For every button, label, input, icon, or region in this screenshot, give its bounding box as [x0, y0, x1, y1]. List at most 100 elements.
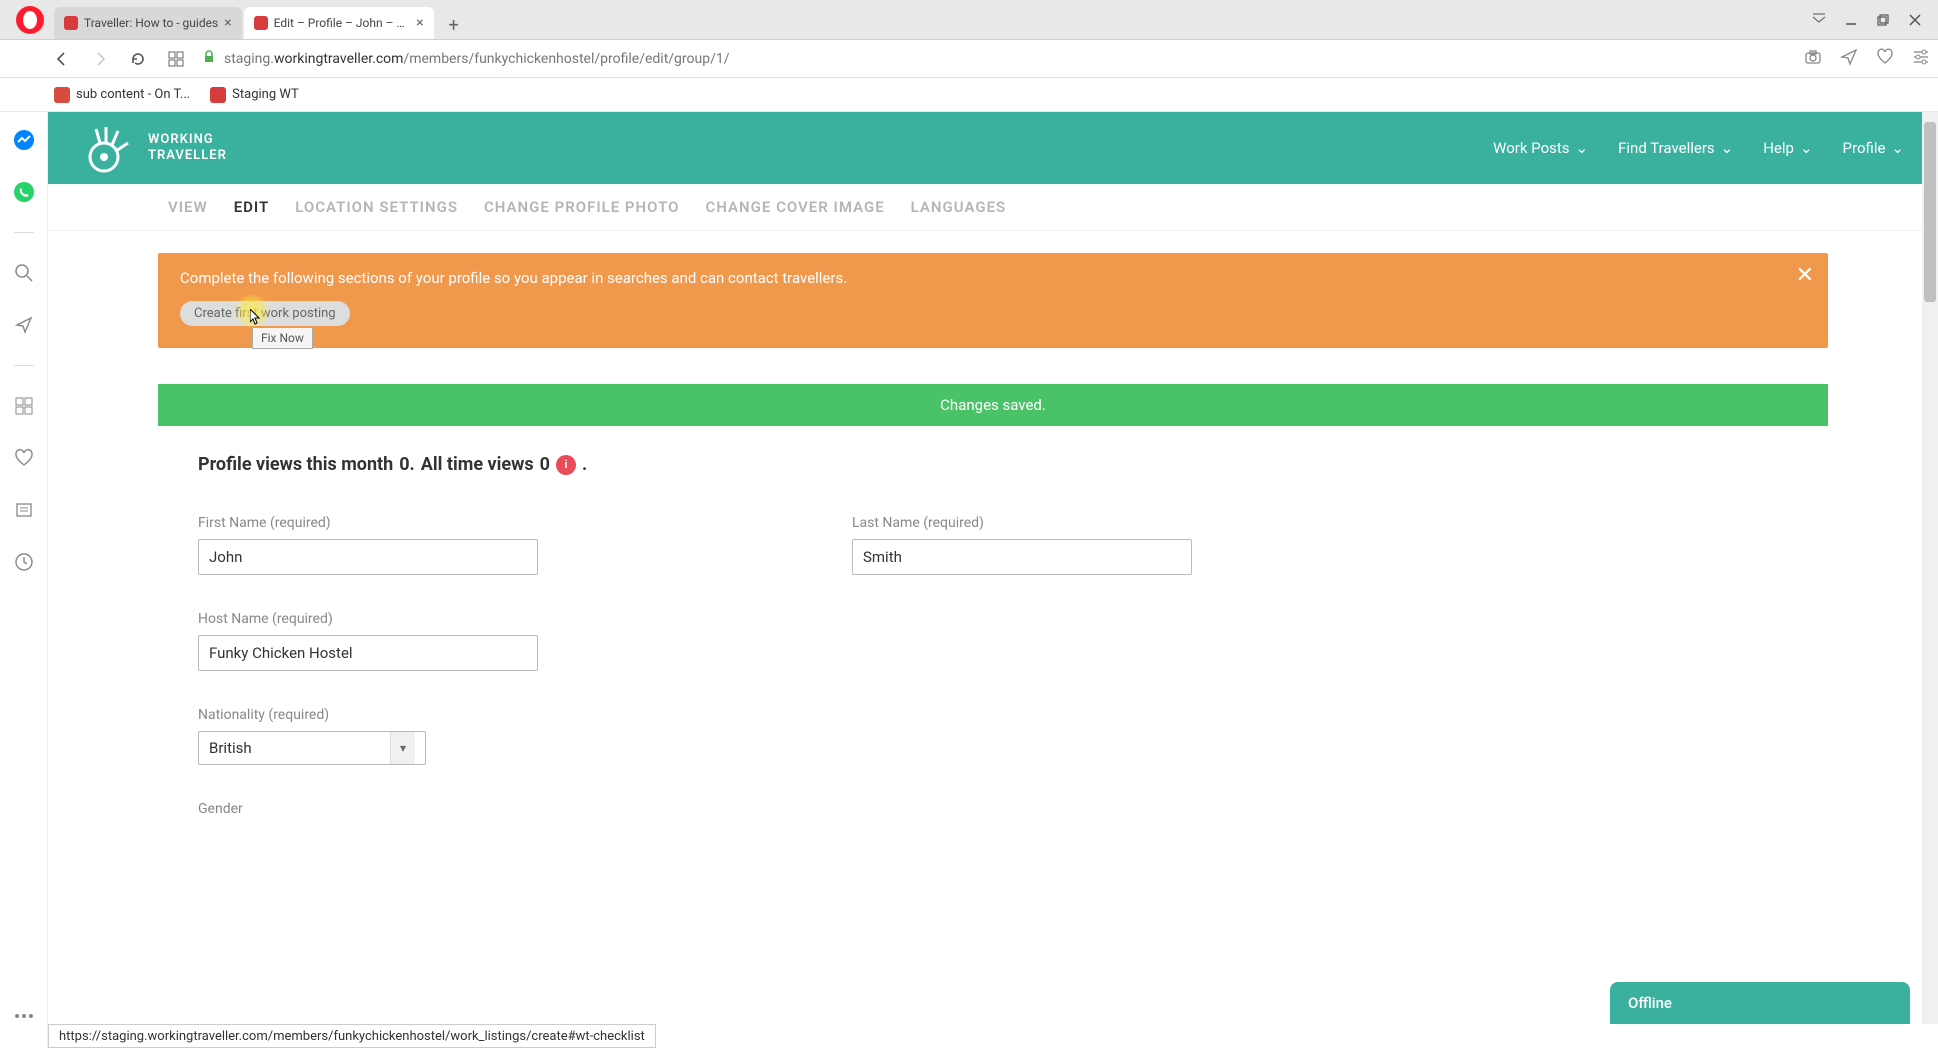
last-name-label: Last Name (required) — [852, 515, 1192, 531]
browser-tab[interactable]: Edit – Profile – John – Work × — [244, 7, 434, 39]
success-message: Changes saved. — [158, 384, 1828, 426]
last-name-input[interactable] — [852, 539, 1192, 575]
divider — [14, 365, 34, 366]
messenger-icon[interactable] — [12, 128, 36, 152]
favicon-icon — [254, 16, 268, 30]
chevron-down-icon: ⌄ — [1576, 139, 1589, 157]
host-name-group: Host Name (required) — [198, 611, 538, 671]
nav-help[interactable]: Help ⌄ — [1763, 139, 1812, 157]
form-row: First Name (required) Last Name (require… — [198, 515, 1828, 575]
form-row: Nationality (required) British — [198, 707, 1828, 765]
info-icon[interactable]: i — [556, 455, 576, 475]
form-row: Host Name (required) — [198, 611, 1828, 671]
create-work-posting-button[interactable]: Create first work posting — [180, 301, 350, 326]
profile-tabs: VIEW EDIT LOCATION SETTINGS CHANGE PROFI… — [48, 184, 1938, 231]
speed-dial-icon[interactable] — [164, 47, 188, 71]
bookmarks-bar: sub content - On T... Staging WT — [0, 78, 1938, 112]
scrollbar-thumb[interactable] — [1924, 122, 1936, 302]
opera-sidebar — [0, 112, 48, 1048]
chevron-down-icon: ⌄ — [1891, 139, 1904, 157]
tooltip: Fix Now — [252, 327, 313, 349]
form-row: Gender — [198, 801, 1828, 825]
host-name-label: Host Name (required) — [198, 611, 538, 627]
snapshot-icon[interactable] — [1804, 48, 1822, 70]
logo-hand-icon — [82, 121, 136, 175]
chat-widget[interactable]: Offline — [1610, 982, 1910, 1024]
window-controls — [1812, 13, 1932, 27]
stats-all-label: All time views — [421, 454, 534, 475]
logo-text: WORKING TRAVELLER — [148, 132, 227, 163]
close-alert-button[interactable]: ✕ — [1796, 263, 1814, 288]
last-name-group: Last Name (required) — [852, 515, 1192, 575]
browser-tab[interactable]: Traveller: How to - guides × — [54, 7, 242, 39]
stats-month-label: Profile views this month — [198, 454, 393, 475]
bookmark-item[interactable]: Staging WT — [210, 87, 299, 103]
divider — [14, 232, 34, 233]
tab-list: Traveller: How to - guides × Edit – Prof… — [54, 0, 468, 39]
new-tab-button[interactable]: + — [440, 11, 468, 39]
first-name-input[interactable] — [198, 539, 538, 575]
nationality-select[interactable]: British — [198, 731, 426, 765]
alert-message: Complete the following sections of your … — [180, 269, 1806, 287]
chevron-down-icon: ⌄ — [1721, 139, 1734, 157]
close-icon[interactable]: × — [416, 15, 423, 31]
bookmark-favicon-icon — [54, 87, 70, 103]
url-actions — [1804, 48, 1930, 70]
speed-dial-sidebar-icon[interactable] — [12, 394, 36, 418]
scrollbar[interactable] — [1922, 112, 1938, 1024]
tab-location-settings[interactable]: LOCATION SETTINGS — [295, 198, 458, 230]
host-name-input[interactable] — [198, 635, 538, 671]
address-bar-row: staging.workingtraveller.com/members/fun… — [0, 40, 1938, 78]
close-icon[interactable]: × — [224, 15, 231, 31]
send-icon[interactable] — [1840, 48, 1858, 70]
lock-icon — [202, 50, 216, 68]
easy-setup-icon[interactable] — [1912, 48, 1930, 70]
chevron-down-icon: ⌄ — [1800, 139, 1813, 157]
search-icon[interactable] — [12, 261, 36, 285]
nationality-label: Nationality (required) — [198, 707, 426, 723]
reload-button[interactable] — [126, 47, 150, 71]
nav-label: Help — [1763, 139, 1794, 157]
address-bar[interactable]: staging.workingtraveller.com/members/fun… — [202, 50, 1790, 68]
news-icon[interactable] — [12, 498, 36, 522]
favicon-icon — [64, 16, 78, 30]
more-icon[interactable] — [12, 1004, 36, 1028]
close-window-icon[interactable] — [1908, 13, 1922, 27]
profile-completion-alert: ✕ Complete the following sections of you… — [158, 253, 1828, 348]
nav-find-travellers[interactable]: Find Travellers ⌄ — [1618, 139, 1733, 157]
opera-logo-icon[interactable] — [16, 6, 44, 34]
first-name-group: First Name (required) — [198, 515, 538, 575]
first-name-label: First Name (required) — [198, 515, 538, 531]
stats-all-value: 0 — [540, 454, 550, 475]
bookmark-favicon-icon — [210, 87, 226, 103]
stats-month-value: 0. — [399, 454, 415, 475]
site-header: WORKING TRAVELLER Work Posts ⌄ Find Trav… — [48, 112, 1938, 184]
menu-icon[interactable] — [1812, 13, 1826, 27]
chat-status-label: Offline — [1628, 994, 1672, 1012]
stats-suffix: . — [582, 454, 587, 475]
nav-profile[interactable]: Profile ⌄ — [1843, 139, 1904, 157]
minimize-icon[interactable] — [1844, 13, 1858, 27]
nav-label: Find Travellers — [1618, 139, 1715, 157]
site-logo[interactable]: WORKING TRAVELLER — [82, 121, 227, 175]
gender-group: Gender — [198, 801, 243, 825]
tab-change-cover-image[interactable]: CHANGE COVER IMAGE — [705, 198, 884, 230]
bookmark-item[interactable]: sub content - On T... — [54, 87, 190, 103]
page-content: WORKING TRAVELLER Work Posts ⌄ Find Trav… — [48, 112, 1938, 1024]
tab-view[interactable]: VIEW — [168, 198, 208, 230]
tab-languages[interactable]: LANGUAGES — [911, 198, 1007, 230]
tab-edit[interactable]: EDIT — [234, 198, 270, 230]
maximize-icon[interactable] — [1876, 13, 1890, 27]
main-container: ✕ Complete the following sections of you… — [48, 231, 1938, 875]
bookmarks-heart-icon[interactable] — [12, 446, 36, 470]
history-icon[interactable] — [12, 550, 36, 574]
whatsapp-icon[interactable] — [12, 180, 36, 204]
heart-icon[interactable] — [1876, 48, 1894, 70]
flow-icon[interactable] — [12, 313, 36, 337]
tab-change-profile-photo[interactable]: CHANGE PROFILE PHOTO — [484, 198, 679, 230]
nav-work-posts[interactable]: Work Posts ⌄ — [1493, 139, 1588, 157]
alert-actions: Create first work posting Fix Now — [180, 301, 1806, 326]
top-navigation: Work Posts ⌄ Find Travellers ⌄ Help ⌄ Pr… — [1493, 139, 1904, 157]
back-button[interactable] — [50, 47, 74, 71]
status-bar: https://staging.workingtraveller.com/mem… — [48, 1024, 656, 1048]
